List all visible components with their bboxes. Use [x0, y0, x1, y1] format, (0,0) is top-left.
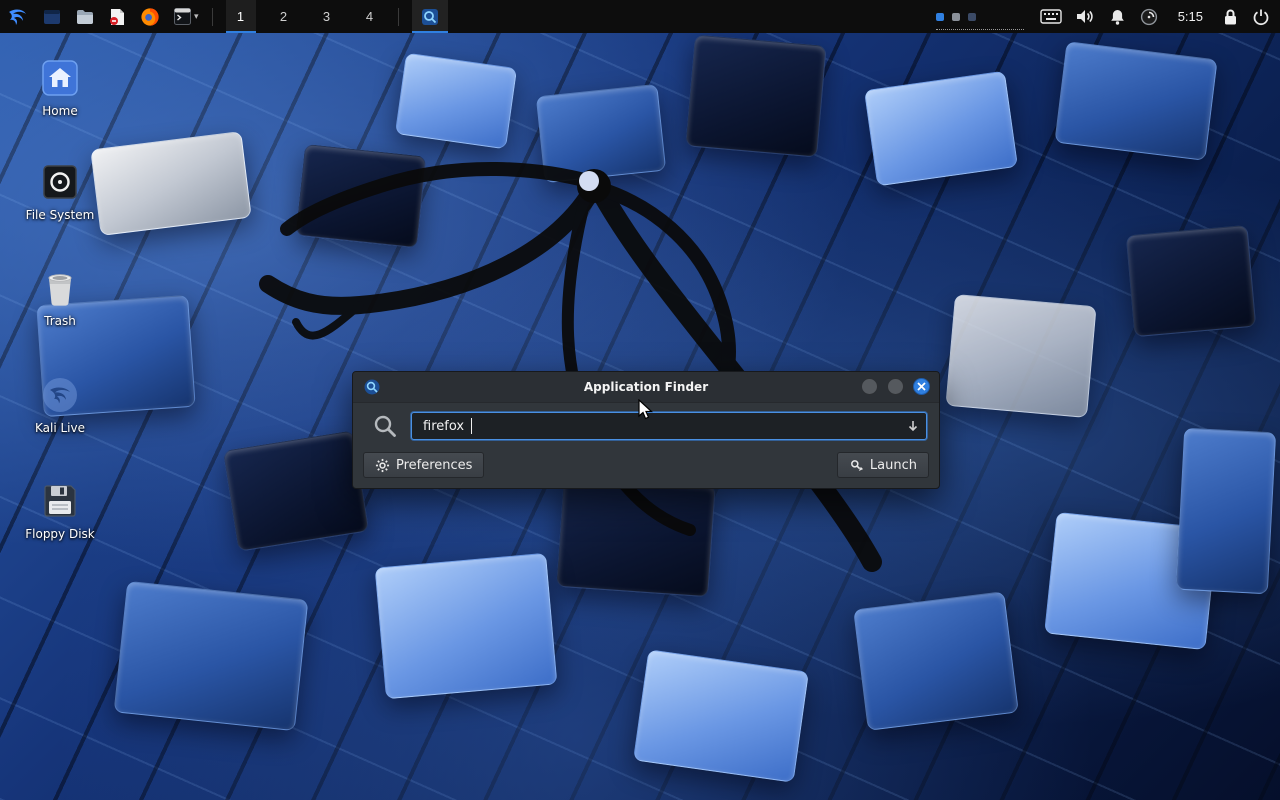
panel-separator — [398, 8, 399, 26]
tray-indicator-icon[interactable] — [952, 13, 960, 21]
firefox-launcher-button[interactable] — [140, 0, 160, 33]
gear-icon — [375, 458, 390, 473]
firefox-icon — [140, 7, 160, 27]
launch-icon — [849, 458, 864, 473]
kali-live-icon — [40, 375, 80, 415]
power-icon — [1252, 8, 1270, 26]
tray-indicator-icon[interactable] — [968, 13, 976, 21]
kali-logo-icon — [5, 5, 29, 29]
application-finder-window: Application Finder — [352, 371, 940, 489]
search-row — [353, 403, 939, 445]
preferences-button[interactable]: Preferences — [363, 452, 484, 478]
window-icon — [42, 7, 62, 27]
logout-button[interactable] — [1252, 0, 1270, 33]
tray-status-button[interactable] — [1140, 0, 1158, 33]
titlebar[interactable]: Application Finder — [353, 372, 939, 403]
workspace-button-2[interactable]: 2 — [269, 0, 299, 33]
chevron-down-icon[interactable]: ▾ — [194, 11, 199, 22]
file-manager-launcher-button[interactable] — [75, 0, 95, 33]
dropdown-arrow-icon[interactable] — [906, 419, 920, 433]
terminal-icon — [173, 7, 192, 26]
panel-separator — [212, 8, 213, 26]
system-tray[interactable] — [934, 0, 1026, 33]
desktop-icon-home[interactable]: Home — [8, 57, 112, 118]
keyboard-icon — [1040, 9, 1062, 24]
workspace-button-4[interactable]: 4 — [355, 0, 385, 33]
minimize-button[interactable] — [861, 378, 878, 395]
screen-lock-button[interactable] — [1223, 0, 1238, 33]
kali-menu-button[interactable] — [5, 0, 29, 33]
maximize-button[interactable] — [887, 378, 904, 395]
window-title: Application Finder — [353, 380, 939, 394]
text-editor-launcher-button[interactable] — [108, 0, 127, 33]
desktop-icon-label: File System — [8, 208, 112, 222]
desktop-icon-kali-live[interactable]: Kali Live — [8, 374, 112, 435]
panel-left-group: ▾ 1 2 3 4 — [0, 0, 448, 33]
text-editor-icon — [108, 7, 127, 27]
text-caret — [471, 418, 472, 434]
desktop-icon-floppy-disk[interactable]: Floppy Disk — [8, 480, 112, 541]
panel-right-group: 5:15 — [934, 0, 1280, 33]
window-launcher-button[interactable] — [42, 0, 62, 33]
volume-icon — [1076, 8, 1095, 25]
file-system-icon — [40, 162, 80, 202]
button-row: Preferences Launch — [353, 445, 939, 488]
application-finder-task-icon — [421, 8, 439, 26]
terminal-launcher-button[interactable]: ▾ — [173, 0, 199, 33]
workspace-button-3[interactable]: 3 — [312, 0, 342, 33]
desktop-icon-label: Floppy Disk — [8, 527, 112, 541]
floppy-disk-icon — [40, 481, 80, 521]
volume-button[interactable] — [1076, 0, 1095, 33]
taskbar-application-finder-button[interactable] — [412, 0, 448, 33]
bell-icon — [1109, 8, 1126, 26]
top-panel: ▾ 1 2 3 4 — [0, 0, 1280, 33]
desktop-icon-file-system[interactable]: File System — [8, 161, 112, 222]
trash-icon — [41, 268, 79, 308]
keyboard-indicator-button[interactable] — [1040, 0, 1062, 33]
search-icon — [372, 413, 398, 439]
desktop-icon-label: Kali Live — [8, 421, 112, 435]
file-manager-icon — [75, 7, 95, 27]
preferences-button-label: Preferences — [396, 458, 472, 473]
close-icon — [917, 382, 926, 391]
search-input[interactable] — [411, 412, 927, 440]
desktop-icon-label: Trash — [8, 314, 112, 328]
tray-indicator-icon[interactable] — [936, 13, 944, 21]
lock-icon — [1223, 8, 1238, 26]
desktop-icon-trash[interactable]: Trash — [8, 267, 112, 328]
desktop-icon-label: Home — [8, 104, 112, 118]
workspace-button-1[interactable]: 1 — [226, 0, 256, 33]
close-button[interactable] — [913, 378, 930, 395]
tray-status-icon — [1140, 8, 1158, 26]
launch-button[interactable]: Launch — [837, 452, 929, 478]
notifications-button[interactable] — [1109, 0, 1126, 33]
launch-button-label: Launch — [870, 458, 917, 473]
home-icon — [40, 58, 80, 98]
clock[interactable]: 5:15 — [1172, 8, 1209, 25]
